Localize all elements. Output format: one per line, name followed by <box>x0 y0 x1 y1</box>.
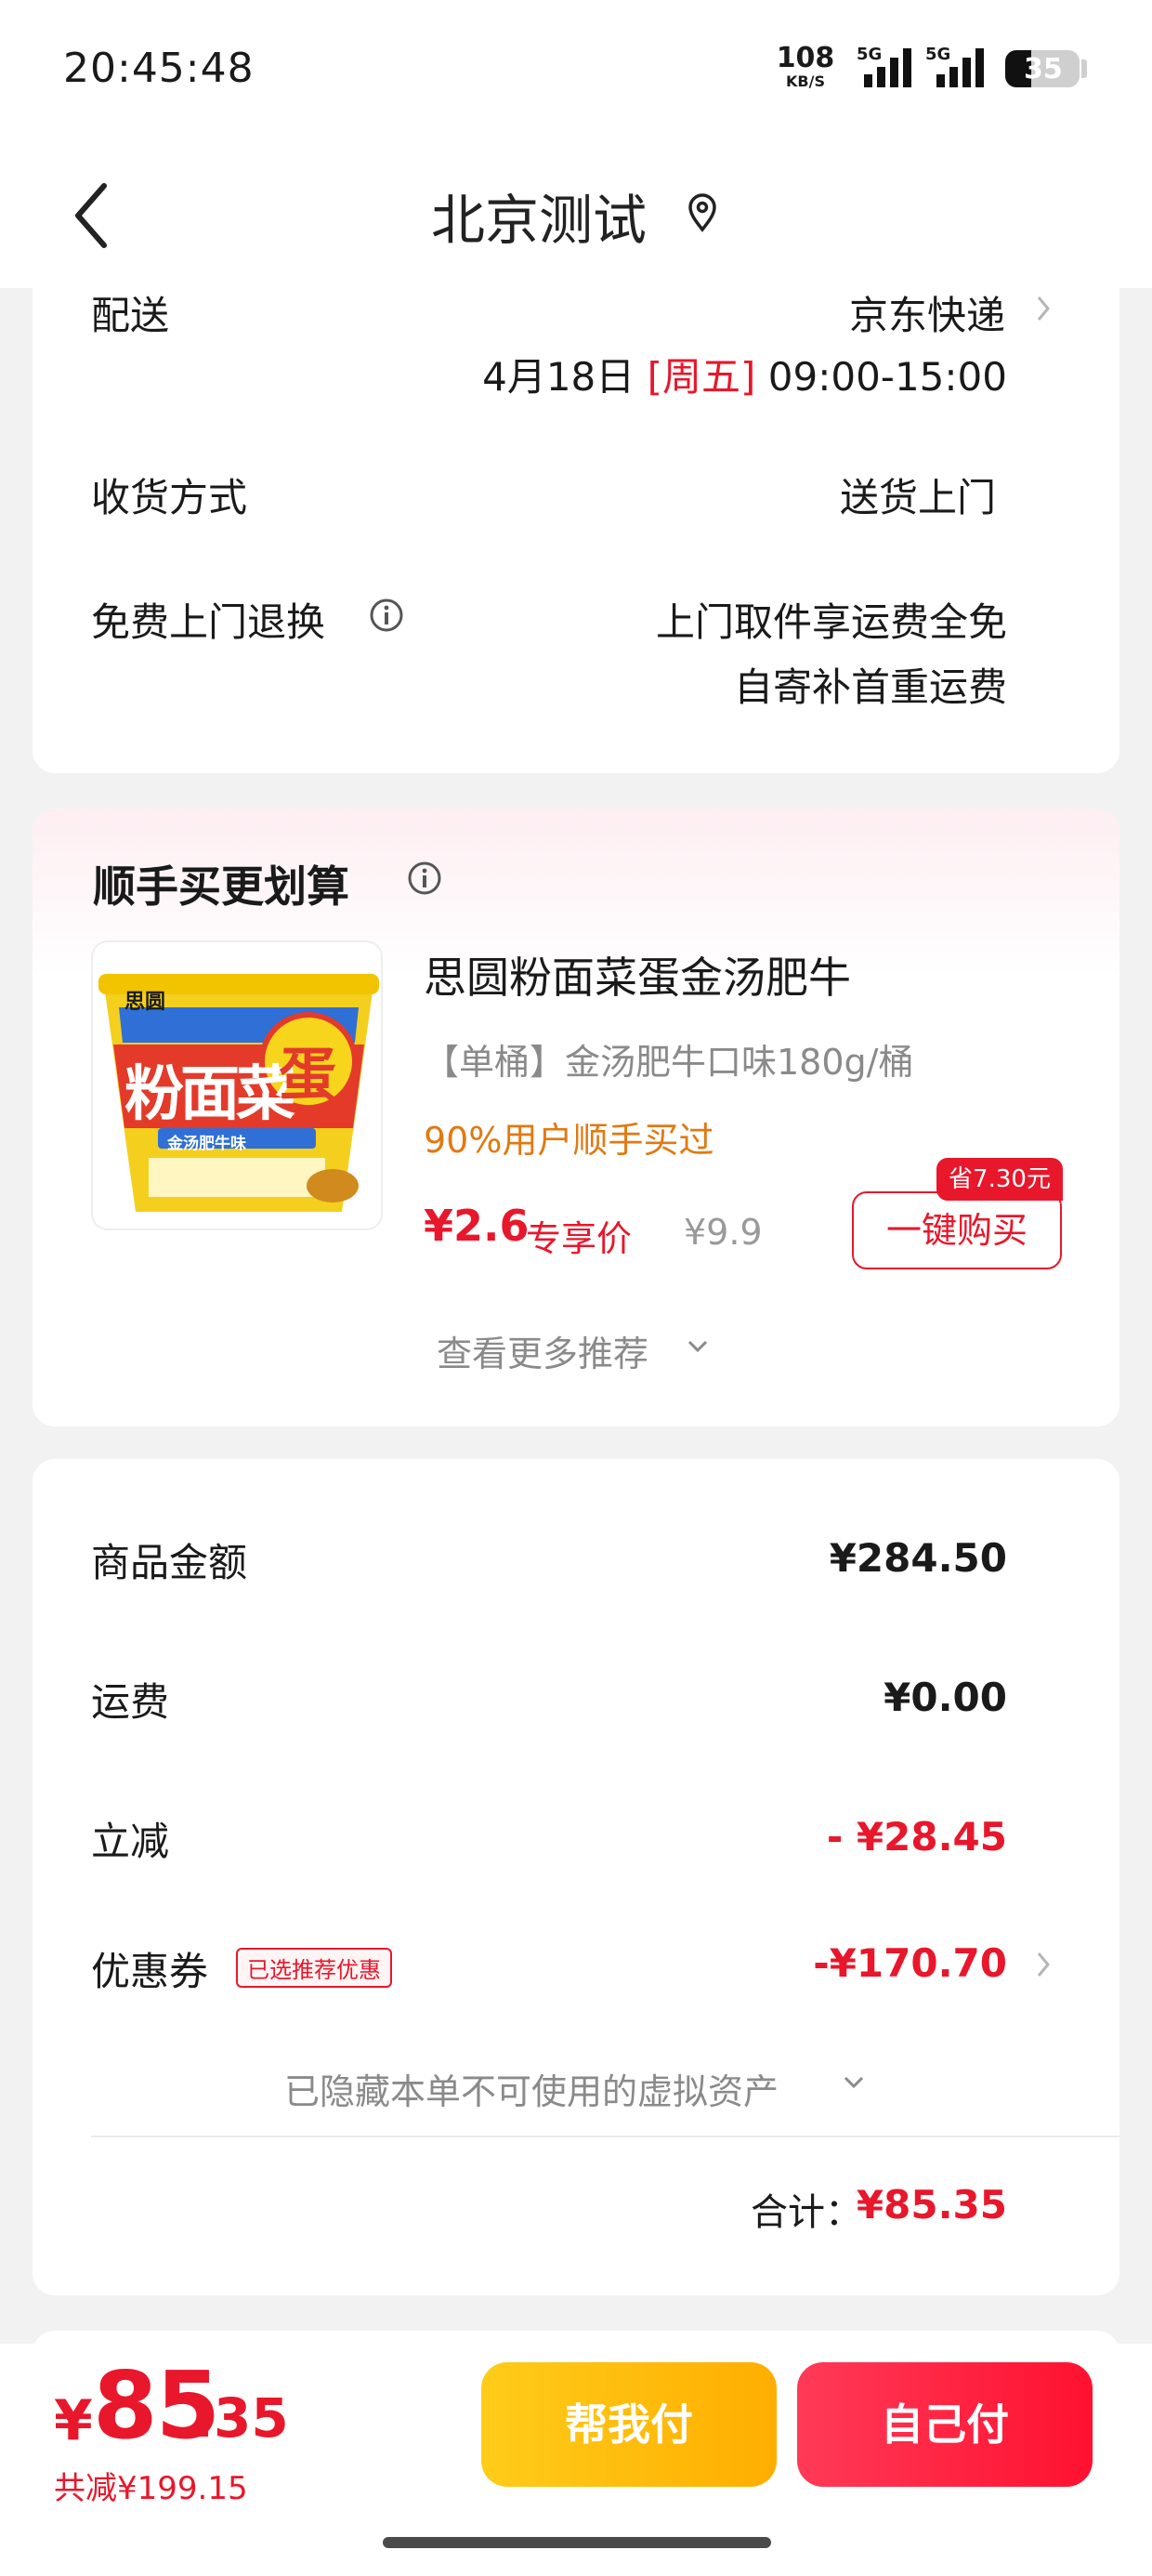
delivery-time[interactable]: 4月18日 [周五] 09:00-15:00 <box>482 346 1007 402</box>
product-image[interactable]: 思圆 粉面菜 蛋 金汤肥牛味 <box>91 940 383 1230</box>
network-speed-unit: KB/S <box>786 72 825 90</box>
battery-level: 35 <box>1024 53 1063 85</box>
info-icon[interactable] <box>369 598 404 633</box>
freight-label: 运费 <box>91 1679 170 1725</box>
product-image-egg: 蛋 <box>279 1041 337 1109</box>
price-tag: 专享价 <box>526 1218 633 1259</box>
more-recommendations-label: 查看更多推荐 <box>437 1334 649 1374</box>
product-image-title: 粉面菜 <box>124 1060 295 1129</box>
clock: 20:45:48 <box>63 45 255 92</box>
help-me-pay-button[interactable]: 帮我付 <box>481 2362 777 2487</box>
original-price: ¥9.9 <box>684 1212 763 1253</box>
battery-icon: 35 <box>1005 50 1080 87</box>
network-speed-value: 108 <box>776 42 835 74</box>
buy-rate-tag: 90%用户顺手买过 <box>424 1120 714 1161</box>
freight-value: ¥0.00 <box>884 1675 1007 1720</box>
total-value: ¥85.35 <box>856 2182 1007 2228</box>
chevron-down-icon[interactable] <box>842 2074 866 2091</box>
chevron-down-icon[interactable] <box>686 1338 710 1355</box>
signal-tag-2: 5G <box>925 45 951 64</box>
coupon-badge: 已选推荐优惠 <box>236 1948 392 1988</box>
total-saved: 共减¥199.15 <box>54 2470 248 2507</box>
quick-buy-button[interactable]: 一键购买 <box>852 1191 1062 1269</box>
goods-amount-label: 商品金额 <box>91 1540 248 1585</box>
hidden-assets-toggle[interactable]: 已隐藏本单不可使用的虚拟资产 <box>284 2063 779 2114</box>
coupon-label: 优惠券 <box>91 1949 209 1994</box>
total-label: 合计： <box>751 2191 862 2234</box>
recommendation-title: 顺手买更划算 <box>93 861 349 912</box>
home-indicator[interactable] <box>383 2537 771 2548</box>
instant-discount-value: - ¥28.45 <box>826 1814 1007 1860</box>
hidden-assets-label: 已隐藏本单不可使用的虚拟资产 <box>284 2071 779 2112</box>
product-spec: 【单桶】金汤肥牛口味180g/桶 <box>424 1042 914 1083</box>
chevron-right-icon[interactable] <box>1033 290 1054 327</box>
page-title: 北京测试 <box>430 189 647 252</box>
signal-icon-2: 5G <box>925 45 1005 87</box>
product-price: ¥2.6 <box>424 1201 530 1251</box>
product-image-flavor: 金汤肥牛味 <box>167 1135 246 1153</box>
network-speed: 108 KB/S <box>773 45 838 89</box>
chevron-right-icon[interactable] <box>1033 1946 1054 1983</box>
instant-discount-label: 立减 <box>91 1819 170 1864</box>
pay-myself-button[interactable]: 自己付 <box>797 2362 1093 2487</box>
delivery-window: 09:00-15:00 <box>767 354 1007 400</box>
save-badge: 省7.30元 <box>936 1158 1063 1201</box>
battery-tip <box>1081 59 1087 78</box>
brand-logo: 思圆 <box>124 991 166 1014</box>
receive-method-label: 收货方式 <box>91 475 248 520</box>
free-return-line1: 上门取件享运费全免 <box>655 599 1007 645</box>
free-return-line2: 自寄补首重运费 <box>733 664 1007 710</box>
product-name[interactable]: 思圆粉面菜蛋金汤肥牛 <box>424 944 851 1005</box>
more-recommendations-link[interactable]: 查看更多推荐 <box>437 1325 648 1376</box>
location-pin-icon[interactable] <box>686 191 719 232</box>
nav-bar: 北京测试 <box>0 139 1152 288</box>
shipping-method[interactable]: 京东快递 <box>849 284 1005 341</box>
divider <box>91 2136 1119 2137</box>
coupon-value[interactable]: -¥170.70 <box>813 1940 1007 1986</box>
signal-tag-1: 5G <box>857 45 883 64</box>
receive-method-value[interactable]: 送货上门 <box>840 467 996 523</box>
delivery-date: 4月18日 <box>482 354 635 400</box>
goods-amount-value: ¥284.50 <box>829 1535 1007 1581</box>
status-bar: 20:45:48 108 KB/S 5G 5G 35 <box>0 0 1152 139</box>
shipping-label: 配送 <box>91 293 170 338</box>
info-icon[interactable] <box>407 861 442 896</box>
free-return-label: 免费上门退换 <box>91 599 326 645</box>
delivery-weekday: [周五] <box>647 354 756 400</box>
pay-currency: ¥ <box>54 2388 93 2453</box>
pay-amount-decimal: .35 <box>193 2386 289 2450</box>
signal-icon-1: 5G <box>845 45 925 87</box>
